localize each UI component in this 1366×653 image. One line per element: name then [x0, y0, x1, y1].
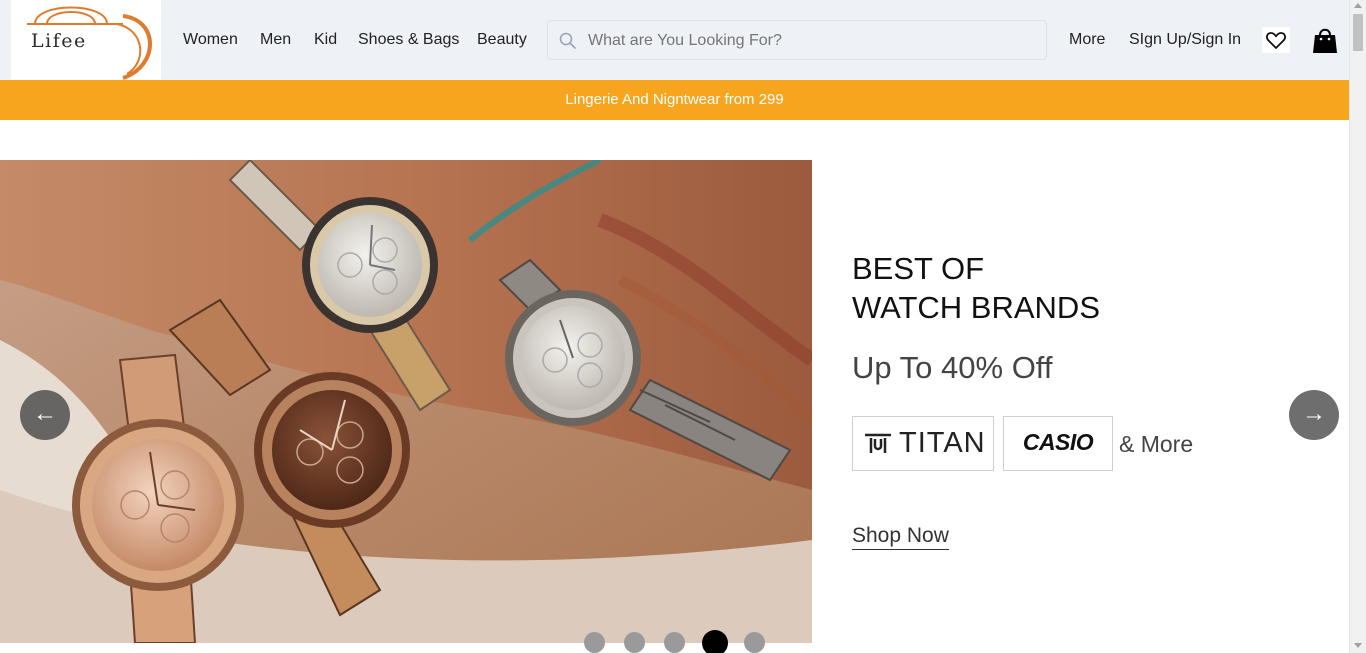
search-bar[interactable]: [547, 20, 1047, 60]
nav-shoes-bags[interactable]: Shoes & Bags: [358, 31, 459, 49]
watches-illustration: [0, 160, 812, 643]
casio-label: CASIO: [1022, 429, 1094, 455]
nav-more[interactable]: More: [1069, 31, 1105, 49]
nav-beauty[interactable]: Beauty: [477, 31, 527, 49]
headline-line-2: WATCH BRANDS: [852, 290, 1100, 325]
logo-text: Lifee: [31, 30, 87, 52]
shop-now-link[interactable]: Shop Now: [852, 524, 949, 550]
promo-banner[interactable]: Lingerie And Nigntwear from 299: [0, 80, 1349, 120]
carousel-dot-2[interactable]: [624, 632, 645, 653]
brand-titan[interactable]: TITAN: [852, 416, 994, 471]
offer-text: Up To 40% Off: [852, 350, 1053, 385]
carousel-dot-5[interactable]: [744, 632, 765, 653]
scroll-thumb[interactable]: [1353, 14, 1363, 51]
wishlist-button[interactable]: [1262, 27, 1290, 53]
arrow-left-icon: ←: [33, 400, 57, 427]
brand-casio[interactable]: CASIO: [1003, 416, 1113, 471]
scroll-down-icon[interactable]: [1354, 643, 1362, 648]
titan-logo-icon: [865, 433, 891, 453]
page-scrollbar[interactable]: [1349, 0, 1366, 653]
scroll-up-icon[interactable]: [1354, 3, 1362, 8]
and-more-text: & More: [1119, 431, 1194, 457]
arrow-right-icon: →: [1302, 400, 1326, 427]
carousel-prev-button[interactable]: ←: [20, 390, 70, 440]
header: Lifee Women Men Kid Shoes & Bags Beauty …: [0, 0, 1349, 80]
sign-in-link[interactable]: SIgn Up/Sign In: [1129, 31, 1241, 49]
hero-watches-image[interactable]: [0, 160, 812, 643]
carousel-dot-4[interactable]: [702, 630, 728, 653]
carousel-next-button[interactable]: →: [1289, 390, 1339, 440]
nav-men[interactable]: Men: [260, 31, 291, 49]
nav-women[interactable]: Women: [183, 31, 238, 49]
cart-button[interactable]: [1312, 26, 1338, 59]
titan-label: TITAN: [899, 427, 986, 459]
logo[interactable]: Lifee: [11, 0, 161, 80]
headline-line-1: BEST OF: [852, 251, 985, 286]
promo-text[interactable]: Lingerie And Nigntwear from 299: [565, 91, 783, 108]
search-input[interactable]: [588, 29, 1028, 53]
nav-kid[interactable]: Kid: [314, 31, 337, 49]
shopping-bag-icon: [1313, 28, 1337, 53]
carousel-dot-3[interactable]: [664, 632, 685, 653]
heart-icon: [1266, 32, 1286, 49]
carousel-dot-1[interactable]: [584, 632, 605, 653]
hero-headline: BEST OF WATCH BRANDS: [852, 249, 1100, 327]
search-icon[interactable]: [559, 32, 577, 50]
